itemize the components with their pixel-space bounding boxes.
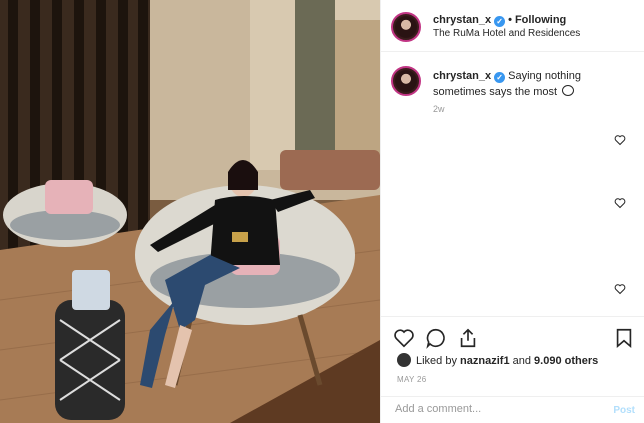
avatar[interactable]	[391, 12, 421, 42]
likes-middle: and	[512, 355, 531, 367]
verified-badge-icon: ✓	[494, 72, 506, 83]
header-username[interactable]: chrystan_x	[433, 14, 491, 26]
likes-others[interactable]: 9.090 others	[534, 355, 598, 367]
action-bar: Liked by naznazif1 and 9.090 others MAY …	[381, 316, 644, 404]
post-comment-button[interactable]: Post	[613, 405, 635, 416]
location-link[interactable]: The RuMa Hotel and Residences	[433, 28, 580, 39]
photo-illustration	[0, 0, 380, 423]
comment-input[interactable]	[395, 403, 595, 415]
caption-text: chrystan_x ✓ Saying nothing sometimes say…	[433, 68, 633, 100]
post-header: chrystan_x ✓ • Following The RuMa Hotel and…	[381, 0, 644, 52]
caption-timestamp[interactable]: 2w	[433, 104, 445, 114]
add-comment-bar: Post	[381, 396, 644, 423]
comment-like-heart-icon[interactable]	[614, 283, 626, 295]
caption-avatar[interactable]	[391, 66, 421, 96]
following-button[interactable]: Following	[515, 14, 566, 26]
post-photo[interactable]	[0, 0, 380, 423]
header-line: chrystan_x ✓ • Following	[433, 14, 566, 27]
instagram-post: chrystan_x ✓ • Following The RuMa Hotel and…	[0, 0, 644, 423]
likes-prefix: Liked by	[416, 355, 457, 367]
share-icon[interactable]	[457, 327, 479, 349]
post-date[interactable]: MAY 26	[397, 375, 427, 384]
likes-summary: Liked by naznazif1 and 9.090 others	[397, 353, 598, 367]
liker-avatar[interactable]	[397, 353, 411, 367]
bookmark-icon[interactable]	[613, 327, 635, 349]
separator: •	[508, 14, 512, 26]
caption-username[interactable]: chrystan_x	[433, 70, 491, 82]
verified-badge-icon: ✓	[494, 16, 506, 27]
comment-like-heart-icon[interactable]	[614, 134, 626, 146]
post-side-panel: chrystan_x ✓ • Following The RuMa Hotel and…	[380, 0, 644, 423]
liker-username[interactable]: naznazif1	[460, 355, 510, 367]
comment-like-heart-icon[interactable]	[614, 197, 626, 209]
heart-icon[interactable]	[393, 327, 415, 349]
comment-icon[interactable]	[425, 327, 447, 349]
speech-bubble-icon	[562, 85, 575, 96]
